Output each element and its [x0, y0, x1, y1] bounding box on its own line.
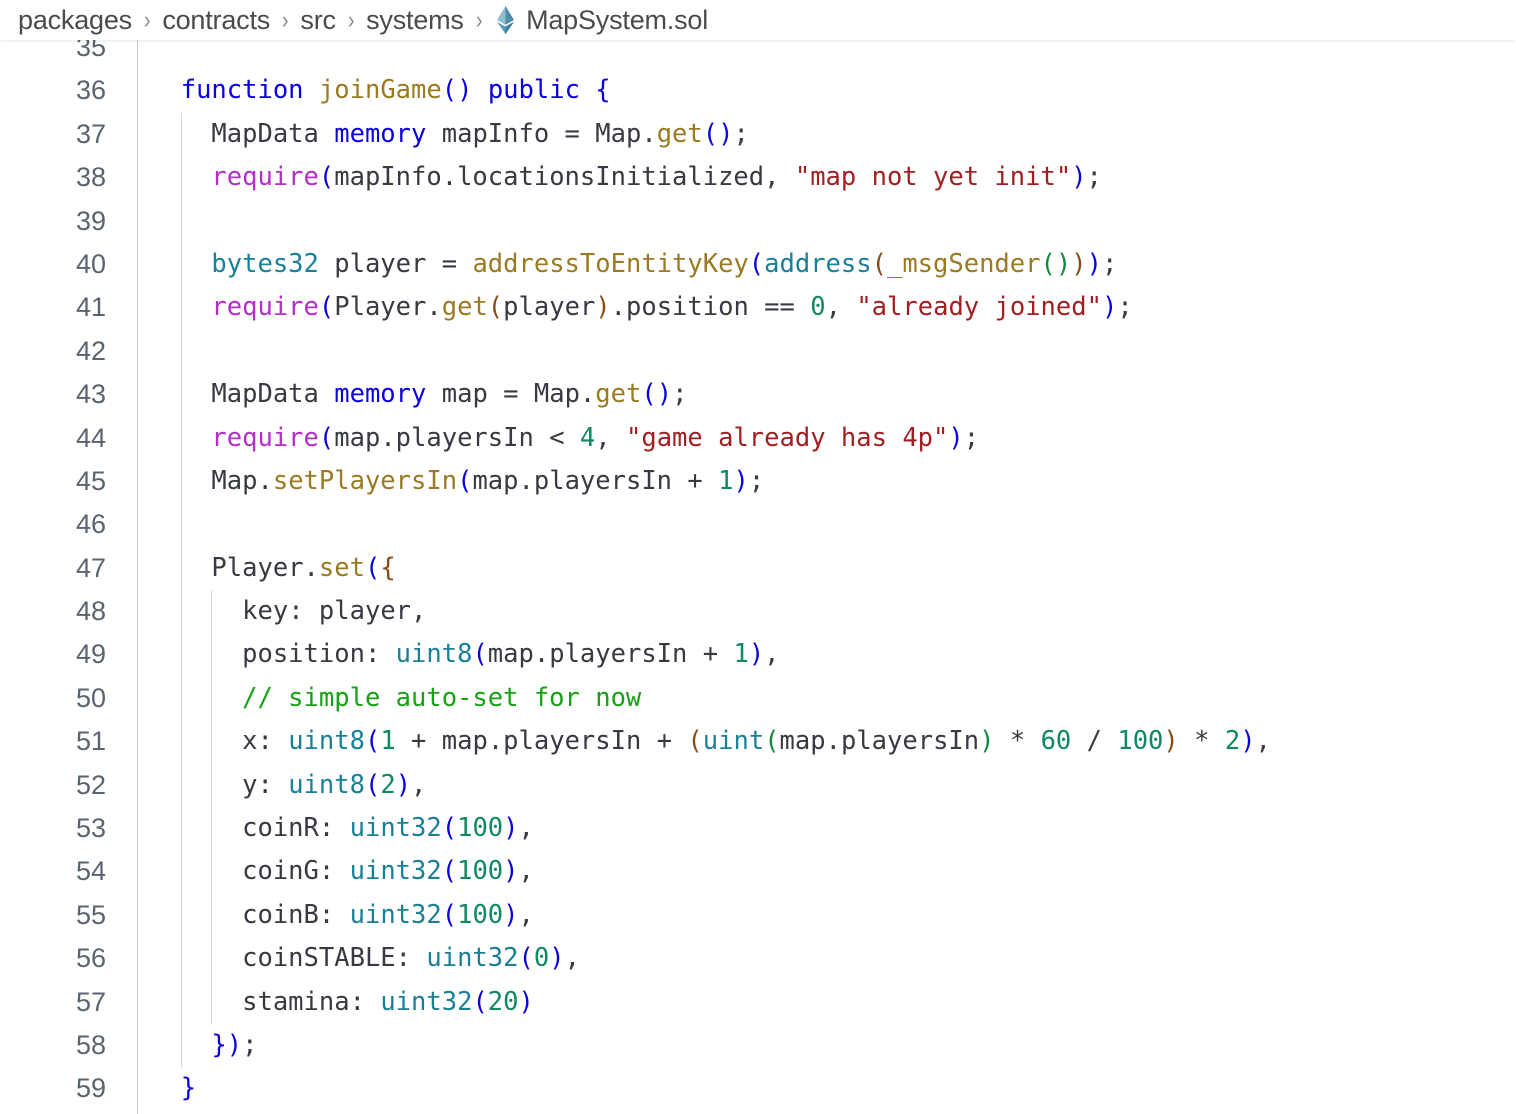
line-number: 58	[75, 1029, 106, 1060]
indent-guide	[211, 590, 213, 1025]
code-line[interactable]: 50 // simple auto-set for now	[0, 677, 1516, 720]
breadcrumb-file-name[interactable]: MapSystem.sol	[526, 5, 708, 36]
line-number: 46	[75, 509, 106, 540]
breadcrumb: packages › contracts › src › systems › M…	[0, 0, 1516, 40]
code-line[interactable]: 38 require(mapInfo.locationsInitialized,…	[0, 156, 1516, 199]
code-line-text: stamina: uint32(20)	[242, 986, 534, 1017]
code-line[interactable]: 58 });	[0, 1024, 1516, 1067]
line-number: 56	[75, 943, 106, 974]
code-line-text: MapData memory mapInfo = Map.get();	[211, 118, 749, 149]
code-line-text: position: uint8(map.playersIn + 1),	[242, 639, 780, 670]
line-number: 41	[75, 292, 106, 323]
code-line-text: // simple auto-set for now	[242, 682, 642, 713]
code-line[interactable]: 37 MapData memory mapInfo = Map.get();	[0, 113, 1516, 156]
line-number: 42	[75, 335, 106, 366]
code-line[interactable]: 43 MapData memory map = Map.get();	[0, 373, 1516, 416]
breadcrumb-separator-icon: ›	[281, 5, 289, 34]
code-line[interactable]: 44 require(map.playersIn < 4, "game alre…	[0, 417, 1516, 460]
code-line-text: });	[211, 1029, 258, 1060]
code-line[interactable]: 39	[0, 200, 1516, 243]
code-line-text: MapData memory map = Map.get();	[211, 379, 688, 410]
breadcrumb-item-packages[interactable]: packages	[18, 5, 132, 36]
code-line[interactable]: 55 coinB: uint32(100),	[0, 894, 1516, 937]
line-number: 43	[75, 379, 106, 410]
code-line[interactable]: 56 coinSTABLE: uint32(0),	[0, 937, 1516, 980]
code-line[interactable]: 59 }	[0, 1067, 1516, 1110]
code-line[interactable]: 51 x: uint8(1 + map.playersIn + (uint(ma…	[0, 720, 1516, 763]
code-line-text: require(map.playersIn < 4, "game already…	[211, 422, 980, 453]
code-line-text: function joinGame() public {	[180, 75, 611, 106]
code-line[interactable]: 52 y: uint8(2),	[0, 764, 1516, 807]
line-number: 39	[75, 205, 106, 236]
breadcrumb-separator-icon: ›	[475, 5, 483, 34]
line-number: 44	[75, 422, 106, 453]
line-number: 50	[75, 682, 106, 713]
code-line[interactable]: 57 stamina: uint32(20)	[0, 981, 1516, 1024]
line-number: 59	[75, 1073, 106, 1104]
ethereum-icon	[497, 5, 514, 35]
line-number: 51	[75, 726, 106, 757]
code-editor[interactable]: 35 36 function joinGame() public {37 MapD…	[0, 40, 1516, 1114]
line-number: 36	[75, 75, 106, 106]
line-number: 49	[75, 639, 106, 670]
line-number: 57	[75, 986, 106, 1017]
code-line[interactable]: 47 Player.set({	[0, 547, 1516, 590]
code-line-text: Map.setPlayersIn(map.playersIn + 1);	[211, 465, 765, 496]
breadcrumb-separator-icon: ›	[347, 5, 355, 34]
code-line[interactable]: 49 position: uint8(map.playersIn + 1),	[0, 633, 1516, 676]
gutter-divider	[137, 40, 138, 1114]
code-line-text: coinSTABLE: uint32(0),	[242, 943, 580, 974]
code-line[interactable]: 48 key: player,	[0, 590, 1516, 633]
code-line[interactable]: 35	[0, 40, 1516, 69]
code-lines-container: 35 36 function joinGame() public {37 MapD…	[0, 40, 1516, 1111]
code-line[interactable]: 40 bytes32 player = addressToEntityKey(a…	[0, 243, 1516, 286]
line-number: 35	[75, 40, 106, 62]
line-number: 52	[75, 769, 106, 800]
line-number: 40	[75, 248, 106, 279]
code-line-text: y: uint8(2),	[242, 769, 427, 800]
line-number: 48	[75, 596, 106, 627]
code-line-text: require(mapInfo.locationsInitialized, "m…	[211, 162, 1102, 193]
line-number: 53	[75, 813, 106, 844]
line-number: 38	[75, 162, 106, 193]
breadcrumb-item-systems[interactable]: systems	[366, 5, 464, 36]
line-number: 45	[75, 465, 106, 496]
breadcrumb-item-src[interactable]: src	[300, 5, 336, 36]
code-line-text: require(Player.get(player).position == 0…	[211, 292, 1133, 323]
code-line-text: coinB: uint32(100),	[242, 899, 534, 930]
code-line[interactable]: 41 require(Player.get(player).position =…	[0, 286, 1516, 329]
code-line-text: key: player,	[242, 596, 427, 627]
code-line[interactable]: 54 coinG: uint32(100),	[0, 850, 1516, 893]
indent-guide	[180, 112, 182, 1068]
code-line-text: bytes32 player = addressToEntityKey(addr…	[211, 248, 1118, 279]
code-line[interactable]: 45 Map.setPlayersIn(map.playersIn + 1);	[0, 460, 1516, 503]
line-number: 37	[75, 118, 106, 149]
code-line[interactable]: 42	[0, 330, 1516, 373]
code-line[interactable]: 46	[0, 503, 1516, 546]
line-number: 47	[75, 552, 106, 583]
code-line[interactable]: 53 coinR: uint32(100),	[0, 807, 1516, 850]
code-line-text: coinR: uint32(100),	[242, 813, 534, 844]
code-line-text: Player.set({	[211, 552, 396, 583]
breadcrumb-separator-icon: ›	[143, 5, 151, 34]
code-line-text: coinG: uint32(100),	[242, 856, 534, 887]
line-number: 54	[75, 856, 106, 887]
line-number: 55	[75, 899, 106, 930]
code-line-text: x: uint8(1 + map.playersIn + (uint(map.p…	[242, 726, 1271, 757]
code-line[interactable]: 36 function joinGame() public {	[0, 69, 1516, 112]
breadcrumb-item-contracts[interactable]: contracts	[162, 5, 270, 36]
code-line-text: }	[180, 1073, 197, 1104]
